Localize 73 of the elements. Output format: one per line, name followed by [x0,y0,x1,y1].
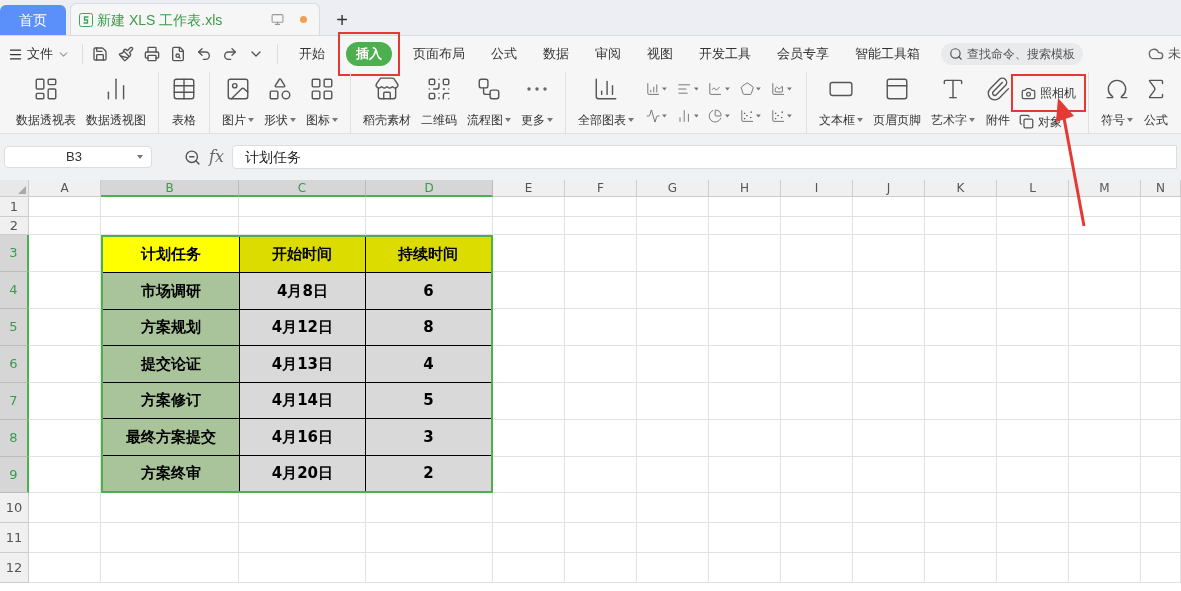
table-cell: 8 [365,309,491,346]
table-cell: 方案修订 [103,382,239,419]
row-header[interactable]: 2 [0,217,29,235]
new-tab-button[interactable]: + [320,5,364,35]
column-header[interactable]: H [709,180,781,197]
table-cell: 方案规划 [103,309,239,346]
ribbon-button[interactable]: 形状 [262,72,298,133]
ribbon-button[interactable]: 二维码 [419,72,459,133]
search-placeholder: 查找命令、搜索模板 [967,46,1075,63]
ribbon-button[interactable]: 页眉页脚 [871,72,923,133]
table-cell: 4月16日 [239,419,365,455]
table-cell: 4月20日 [239,455,365,491]
ribbon-tab[interactable]: 页面布局 [403,42,475,66]
ribbon-tab[interactable]: 数据 [533,42,579,66]
ribbon-button[interactable]: 公式 [1141,72,1171,133]
header-cell: 开始时间 [239,237,365,273]
table-cell: 3 [365,419,491,455]
ribbon-tab[interactable]: 智能工具箱 [845,42,930,66]
table-cell: 提交论证 [103,346,239,382]
ribbon-button[interactable]: 稻壳素材 [361,72,413,133]
ribbon-button[interactable]: 文本框 [817,72,865,133]
ribbon-button[interactable]: 数据透视表 [14,72,78,133]
header-cell: 计划任务 [103,237,239,273]
table-cell: 市场调研 [103,273,239,309]
document-title: 新建 XLS 工作表.xls [97,10,223,30]
ribbon-button[interactable]: 全部图表 [576,72,636,133]
table-cell: 6 [365,273,491,309]
column-header[interactable]: E [493,180,565,197]
ribbon-tab[interactable]: 公式 [481,42,527,66]
column-header[interactable]: I [781,180,853,197]
table-cell: 最终方案提交 [103,419,239,455]
ribbon-button[interactable]: 照相机 [1021,84,1076,103]
file-menu[interactable]: 文件 [8,44,78,64]
ribbon-tab[interactable]: 开发工具 [689,42,761,66]
search-field[interactable]: 查找命令、搜索模板 [941,43,1083,65]
column-header[interactable]: J [853,180,925,197]
column-header[interactable]: M [1069,180,1141,197]
ribbon-button[interactable]: 图标 [304,72,340,133]
row-header[interactable]: 11 [0,523,29,553]
table-cell: 4月14日 [239,382,365,419]
ribbon-button[interactable]: 图片 [220,72,256,133]
ribbon-tab[interactable]: 会员专享 [767,42,839,66]
cloud-status: 未 [1168,45,1181,64]
ribbon-button[interactable]: 流程图 [465,72,513,133]
ribbon-button[interactable]: 艺术字 [929,72,977,133]
ribbon-button[interactable]: 附件 [983,72,1013,133]
ribbon-button[interactable]: 数据透视图 [84,72,148,133]
name-box[interactable]: B3 [4,146,152,168]
ribbon-button[interactable]: 表格 [169,72,199,133]
column-header[interactable]: L [997,180,1069,197]
column-header[interactable]: A [29,180,101,197]
table-cell: 4月8日 [239,273,365,309]
ribbon-button[interactable]: 符号 [1099,72,1135,133]
row-header[interactable]: 1 [0,197,29,217]
function-label[interactable]: fx [209,145,224,169]
table-cell: 方案终审 [103,455,239,491]
column-header[interactable]: F [565,180,637,197]
column-header[interactable]: N [1141,180,1181,197]
ribbon-tab[interactable]: 审阅 [585,42,631,66]
column-header[interactable]: G [637,180,709,197]
table-cell: 5 [365,382,491,419]
table-cell: 4月12日 [239,309,365,346]
formula-field[interactable]: 计划任务 [231,145,1177,169]
row-header[interactable]: 10 [0,493,29,523]
ribbon-tab[interactable]: 开始 [289,42,335,66]
table-cell: 2 [365,455,491,491]
table-cell: 4 [365,346,491,382]
ribbon-tab[interactable]: 视图 [637,42,683,66]
header-cell: 持续时间 [365,237,491,273]
row-header[interactable]: 12 [0,553,29,583]
column-header[interactable]: K [925,180,997,197]
ribbon-button[interactable]: 更多 [519,72,555,133]
table-cell: 4月13日 [239,346,365,382]
